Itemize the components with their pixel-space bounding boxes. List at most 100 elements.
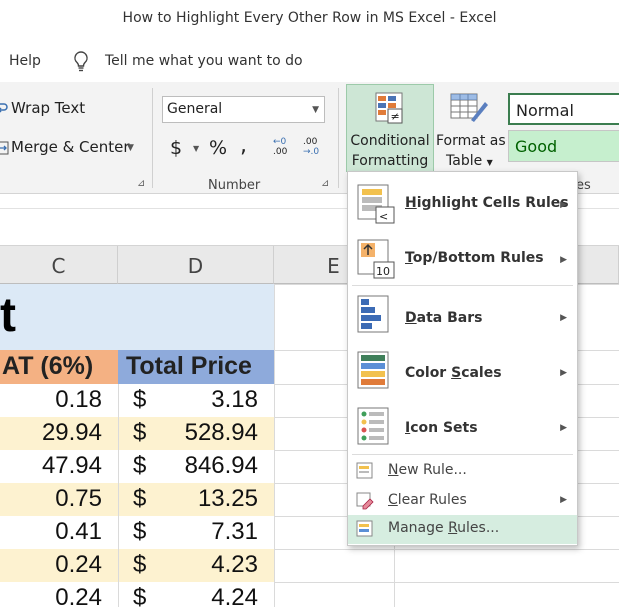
highlight-icon-label: <: [379, 210, 388, 223]
currency-button[interactable]: $: [170, 137, 182, 159]
header-vat-text: AT (6%): [2, 352, 94, 380]
currency-symbol: $: [133, 551, 147, 578]
table-row[interactable]: 0.18 $3.18: [0, 384, 274, 417]
tell-me-search[interactable]: Tell me what you want to do: [105, 53, 303, 69]
gridline: [274, 284, 275, 607]
vat-cell: 29.94: [41, 419, 102, 446]
number-format-dropdown[interactable]: General ▼: [162, 96, 325, 123]
top-bottom-rules-key: T: [405, 250, 413, 266]
merge-center-button[interactable]: Merge & Center: [11, 138, 130, 156]
styles-group-label: es: [576, 178, 591, 193]
column-header-c[interactable]: C: [0, 246, 118, 284]
manage-rules-key: R: [448, 520, 458, 536]
chevron-down-icon: ▼: [486, 158, 493, 167]
sheet-title-cell[interactable]: t: [0, 284, 274, 350]
format-as-table-label-2-text: Table: [446, 153, 483, 169]
top-bottom-rules-post: op/Bottom Rules: [412, 250, 544, 266]
percent-button[interactable]: %: [209, 137, 227, 159]
menu-item-new-rule[interactable]: New Rule...: [348, 456, 577, 486]
icon-sets-label: Icon Sets: [405, 420, 478, 436]
currency-dropdown-caret-icon[interactable]: ▼: [193, 144, 199, 153]
highlight-cells-rules-key: H: [405, 195, 417, 211]
chevron-right-icon: ▶: [560, 495, 567, 505]
table-row[interactable]: 0.75 $13.25: [0, 483, 274, 516]
vat-cell: 0.41: [55, 518, 102, 545]
lightbulb-icon[interactable]: [72, 50, 90, 74]
data-bars-key: D: [405, 310, 417, 326]
menu-help[interactable]: Help: [9, 53, 41, 69]
format-as-table-icon[interactable]: [449, 90, 489, 126]
total-price-cell: 13.25: [197, 485, 258, 512]
menu-item-clear-rules[interactable]: Clear Rules ▶: [348, 486, 577, 516]
table-row[interactable]: 0.41 $7.31: [0, 516, 274, 549]
currency-symbol: $: [133, 485, 147, 512]
decrease-decimal-bottom: →.0: [303, 147, 320, 157]
menu-item-color-scales[interactable]: Color Scales ▶: [348, 344, 577, 400]
header-cell-total-price[interactable]: Total Price: [118, 350, 274, 384]
menu-item-manage-rules[interactable]: Manage Rules...: [348, 515, 577, 544]
chevron-right-icon: ▶: [560, 368, 567, 378]
menu-bar: [0, 40, 619, 82]
total-price-cell: 7.31: [211, 518, 258, 545]
new-rule-post: ew Rule...: [398, 462, 467, 478]
increase-decimal-button[interactable]: ←0 .00: [273, 137, 287, 157]
comma-button[interactable]: ,: [240, 133, 247, 158]
decrease-decimal-button[interactable]: .00 →.0: [303, 137, 319, 157]
table-row[interactable]: 0.24 $4.24: [0, 582, 274, 615]
conditional-formatting-menu: < Highlight Cells Rules ▶ 10 Top/Bottom …: [347, 171, 578, 546]
merge-dropdown-caret-icon[interactable]: ▼: [127, 143, 134, 153]
menu-item-highlight-cells-rules[interactable]: < Highlight Cells Rules ▶: [348, 176, 577, 232]
chevron-down-icon: ▼: [312, 105, 319, 115]
chevron-right-icon: ▶: [560, 423, 567, 433]
manage-rules-post: ules...: [457, 520, 500, 536]
format-as-table-label-2[interactable]: Table ▼: [446, 153, 493, 169]
conditional-formatting-button[interactable]: ≠ Conditional Formatting ▼: [346, 84, 434, 183]
column-header-d[interactable]: D: [118, 246, 274, 284]
wrap-text-button[interactable]: Wrap Text: [11, 99, 85, 117]
manage-rules-label: Manage Rules...: [388, 520, 499, 536]
table-row[interactable]: 47.94 $846.94: [0, 450, 274, 483]
style-normal[interactable]: Normal: [508, 93, 619, 125]
data-bars-label: Data Bars: [405, 310, 482, 326]
group-separator: [152, 88, 153, 188]
menu-item-icon-sets[interactable]: Icon Sets ▶: [348, 400, 577, 456]
number-group-label: Number: [208, 178, 261, 193]
total-price-cell: 4.24: [211, 584, 258, 611]
top-bottom-rules-label: Top/Bottom Rules: [405, 250, 544, 266]
gridline: [274, 549, 619, 550]
number-dialog-launcher-icon[interactable]: ⊿: [321, 178, 329, 189]
menu-item-data-bars[interactable]: Data Bars ▶: [348, 288, 577, 344]
clear-rules-key: C: [388, 492, 398, 508]
merge-center-icon: [0, 140, 10, 155]
chevron-right-icon: ▶: [560, 255, 567, 265]
icon-sets-icon: [356, 406, 396, 448]
format-as-table-label-1[interactable]: Format as: [436, 133, 506, 149]
svg-text:≠: ≠: [391, 110, 400, 123]
data-bars-icon: [356, 294, 396, 336]
vat-cell: 0.24: [55, 551, 102, 578]
table-row[interactable]: 0.24 $4.23: [0, 549, 274, 582]
menu-item-top-bottom-rules[interactable]: 10 Top/Bottom Rules ▶: [348, 232, 577, 288]
currency-symbol: $: [133, 584, 147, 611]
total-price-cell: 4.23: [211, 551, 258, 578]
conditional-formatting-icon: ≠: [374, 91, 406, 125]
sheet-title-text: t: [0, 289, 16, 342]
header-cell-vat[interactable]: AT (6%): [0, 350, 118, 384]
number-format-value: General: [167, 101, 223, 117]
alignment-dialog-launcher-icon[interactable]: ⊿: [137, 178, 145, 189]
new-rule-label: New Rule...: [388, 462, 467, 478]
style-good[interactable]: Good: [508, 130, 619, 162]
top-bottom-icon-label: 10: [376, 265, 390, 278]
gridline: [118, 384, 119, 607]
color-scales-pre: Color: [405, 365, 452, 381]
conditional-formatting-label-1: Conditional: [350, 133, 430, 149]
vat-cell: 47.94: [41, 452, 102, 479]
color-scales-icon: [356, 350, 396, 392]
decrease-decimal-top: .00: [303, 137, 318, 147]
table-row[interactable]: 29.94 $528.94: [0, 417, 274, 450]
gridline: [274, 582, 619, 583]
chevron-right-icon: ▶: [560, 313, 567, 323]
increase-decimal-top: ←0: [273, 137, 287, 147]
icon-sets-post: con Sets: [410, 420, 478, 436]
top-bottom-rules-icon: 10: [356, 238, 396, 280]
